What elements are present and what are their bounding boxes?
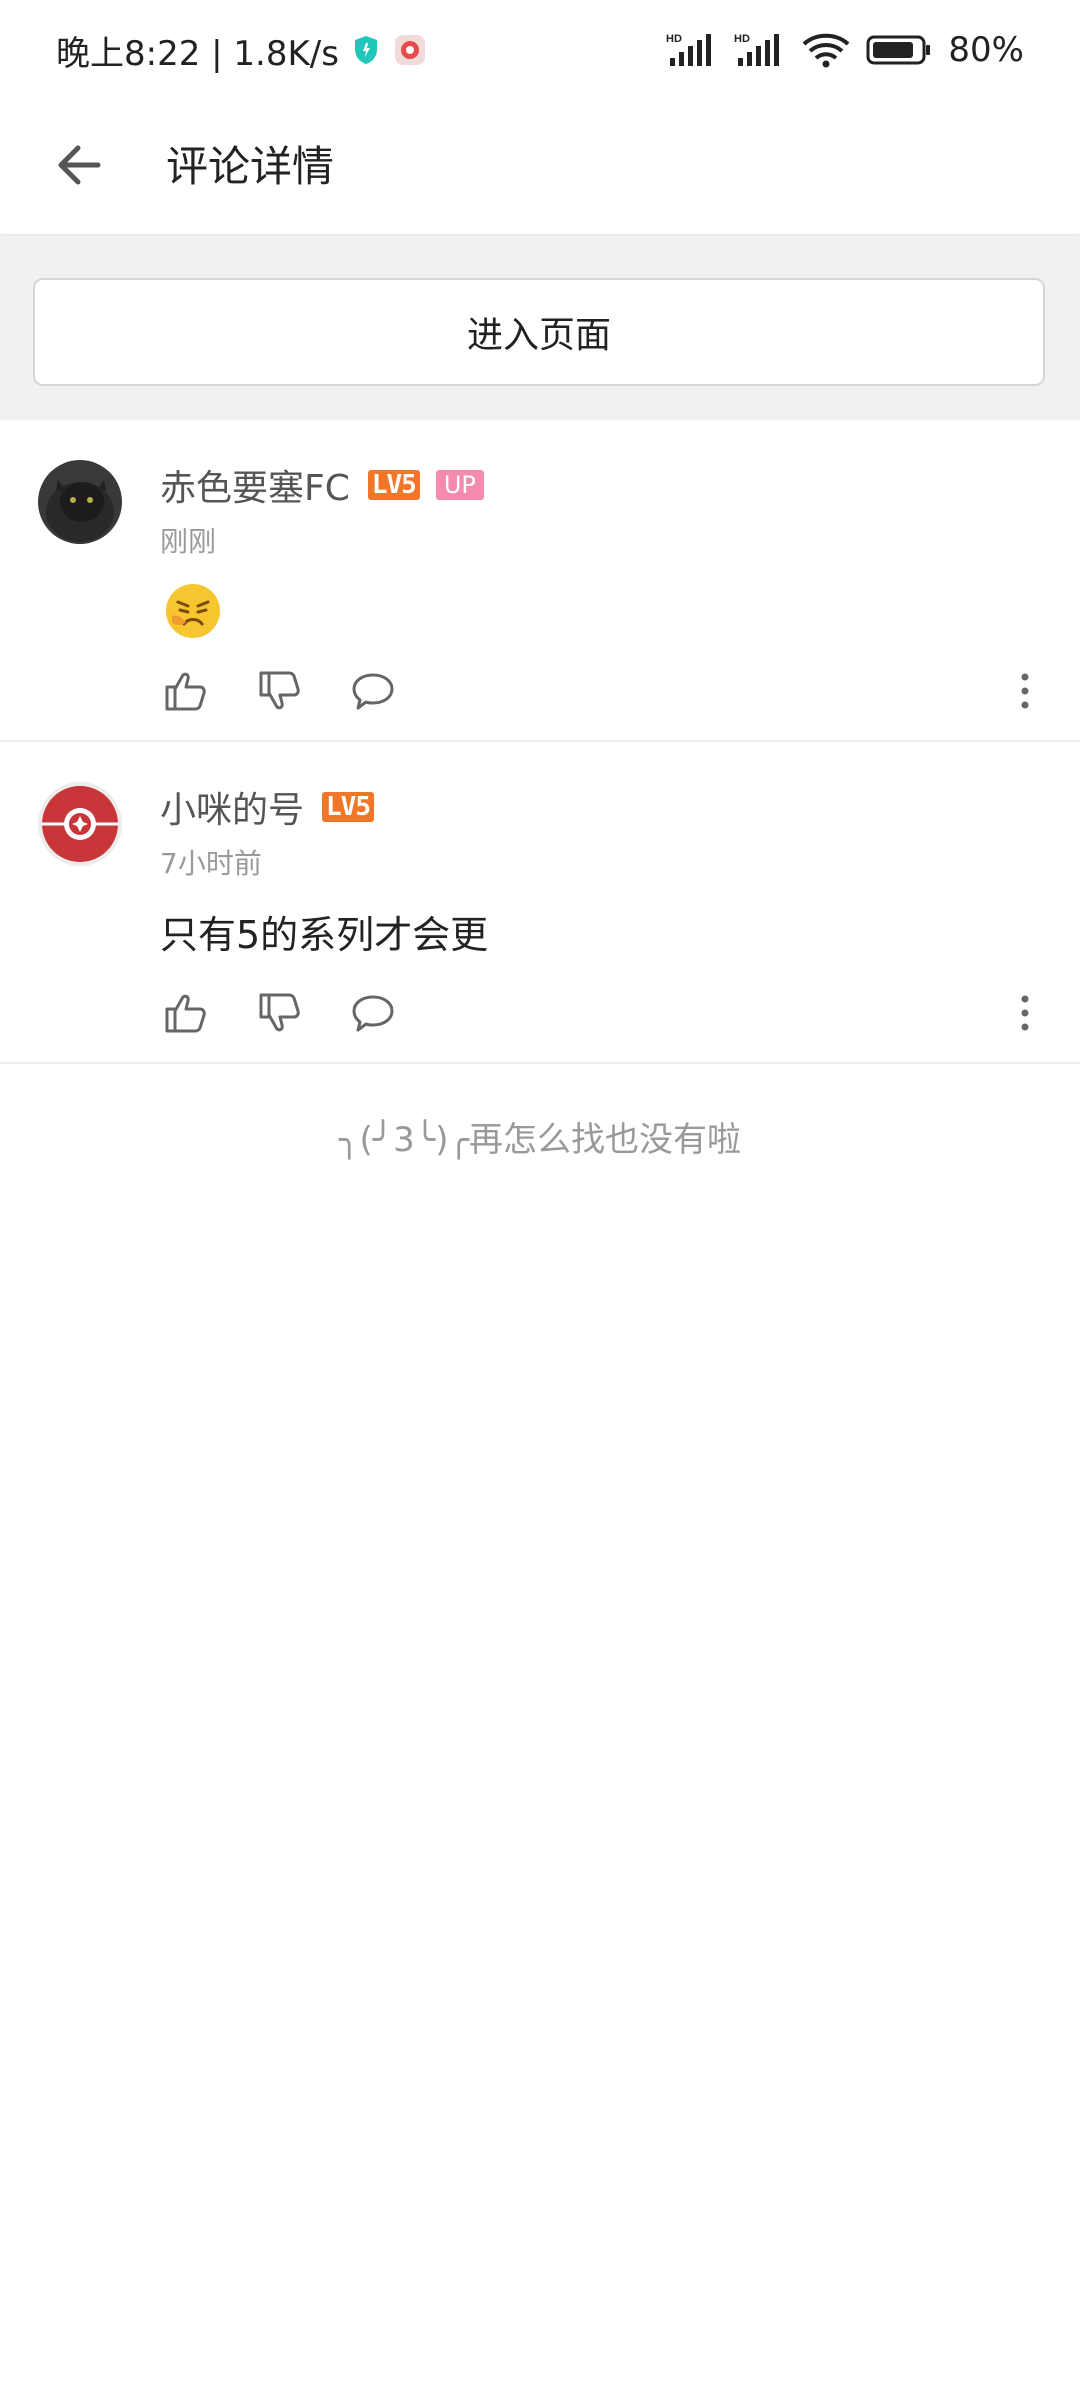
more-vertical-icon [1021,673,1029,709]
username-text: 小咪的号 [160,790,305,831]
level-badge: LV5 [322,792,374,822]
avatar[interactable] [38,460,122,544]
comment-time: 7小时前 [160,847,262,880]
more-vertical-icon [1021,995,1029,1031]
up-badge: UP [435,470,484,500]
comment-username[interactable]: 小咪的号 LV5 [160,782,374,832]
more-options-button[interactable] [1010,988,1040,1038]
svg-text:HD: HD [666,33,682,45]
username-text: 赤色要塞FC [160,468,350,509]
comment-item: 小咪的号 LV5 7小时前 只有5的系列才会更 [0,742,1080,1064]
comment-item: 赤色要塞FC LV5 UP 刚刚 [0,420,1080,742]
thumbs-down-icon [259,671,300,710]
avatar[interactable] [38,782,122,866]
signal-icon: HD [666,32,718,68]
shield-icon [353,35,379,65]
arrow-left-icon [58,145,101,185]
end-of-list-note: ╮(╯3╰)╭再怎么找也没有啦 [338,1120,742,1160]
comment-actions [160,988,1040,1038]
reply-button[interactable] [348,666,398,716]
battery-percent: 80% [948,30,1024,70]
comment-username[interactable]: 赤色要塞FC LV5 UP [160,460,484,510]
status-time-speed: 晚上8:22 | 1.8K/s [56,33,339,74]
thumbs-up-icon [165,672,206,711]
comment-actions [160,666,1040,716]
battery-icon [866,34,932,66]
dislike-button[interactable] [254,666,304,716]
comment-time: 刚刚 [160,525,217,558]
status-left: 晚上8:22 | 1.8K/s [56,26,427,75]
top-app-bar: 评论详情 [0,100,1080,234]
svg-text:HD: HD [734,33,750,45]
enter-page-section: 进入页面 [0,236,1080,420]
enter-page-button[interactable]: 进入页面 [33,278,1045,386]
status-bar: 晚上8:22 | 1.8K/s HD HD 80% [0,0,1080,100]
angry-face-emoji-icon [164,582,222,640]
more-options-button[interactable] [1010,666,1040,716]
comment-text: 只有5的系列才会更 [160,913,489,957]
page-title: 评论详情 [166,142,335,191]
reply-button[interactable] [348,988,398,1038]
like-button[interactable] [160,988,210,1038]
dislike-button[interactable] [254,988,304,1038]
like-button[interactable] [160,666,210,716]
record-icon [393,33,427,67]
thumbs-up-icon [165,994,206,1033]
signal-icon-2: HD [734,32,786,68]
level-badge: LV5 [367,470,420,500]
comment-bubble-icon [352,995,394,1032]
thumbs-down-icon [259,993,300,1032]
status-right: HD HD 80% [666,30,1024,70]
back-button[interactable] [44,130,114,200]
wifi-icon [802,32,850,68]
comment-bubble-icon [352,673,394,710]
